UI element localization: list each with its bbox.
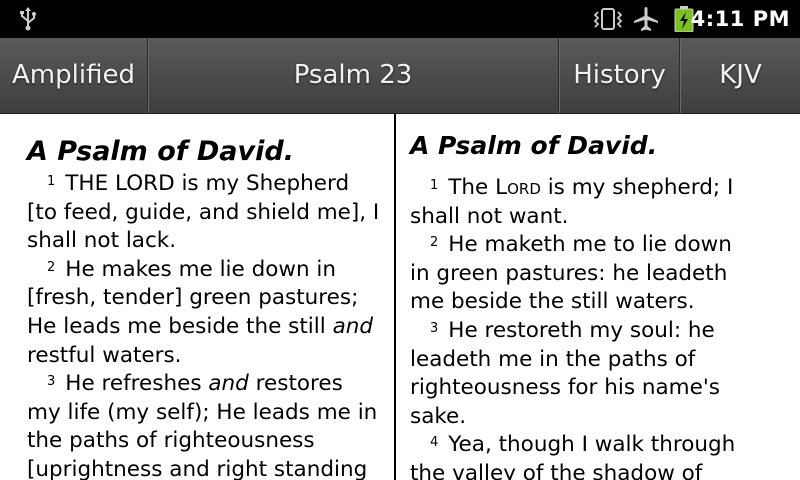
verse-text: THE LORD is my Shepherd [to feed, guide,… <box>27 171 380 254</box>
history-button[interactable]: History <box>560 38 679 113</box>
status-clock: 4:11 PM <box>690 7 790 31</box>
verse: 2 He makes me lie down in [fresh, tender]… <box>27 256 382 370</box>
verse-text: He maketh me to lie down in green pastur… <box>410 232 732 315</box>
verse: 3 He restoreth my soul: he leadeth me in … <box>410 317 755 431</box>
action-bar: Amplified Psalm 23 History KJV <box>0 38 800 114</box>
verse-number: 4 <box>430 435 439 451</box>
status-bar: 4:11 PM <box>0 0 800 38</box>
verse: 4 Yea, though I walk through the valley o… <box>410 431 755 480</box>
verse-number: 3 <box>47 374 56 390</box>
verse: 2 He maketh me to lie down in green pastu… <box>410 231 755 317</box>
left-text-pane[interactable]: A Psalm of David. 1 THE LORD is my Shephe… <box>0 114 394 480</box>
action-bar-separator <box>679 38 680 113</box>
left-passage: A Psalm of David. 1 THE LORD is my Shephe… <box>27 134 382 480</box>
verse-number: 1 <box>47 174 56 189</box>
action-bar-separator <box>147 38 148 113</box>
right-passage: A Psalm of David. 1 The Lord is my shephe… <box>410 128 755 480</box>
verse-number: 3 <box>430 320 439 336</box>
verse-text: He refreshes <box>65 371 209 397</box>
airplane-icon <box>634 7 658 31</box>
verse: 1 THE LORD is my Shepherd [to feed, guide… <box>27 170 382 256</box>
verse-italic: and <box>332 313 374 339</box>
verse: 3 He refreshes and restores my life (my s… <box>27 370 382 480</box>
left-translation-button[interactable]: Amplified <box>0 38 147 113</box>
vibrate-icon <box>593 8 623 30</box>
verse-number: 2 <box>47 259 56 275</box>
verse-text: He makes me lie down in [fresh, tender] … <box>27 256 359 339</box>
right-translation-button[interactable]: KJV <box>681 38 800 113</box>
action-bar-separator <box>558 38 559 113</box>
right-psalm-heading: A Psalm of David. <box>410 131 658 160</box>
passage-title-button[interactable]: Psalm 23 <box>149 38 557 113</box>
verse-italic: and <box>208 371 249 397</box>
verse-text: Yea, though I walk through the valley of… <box>410 432 736 480</box>
verse-text: restful waters. <box>27 342 182 368</box>
verse-text: He restoreth my soul: he leadeth me in t… <box>410 317 720 429</box>
verse-number: 2 <box>430 235 439 251</box>
usb-icon <box>20 7 36 31</box>
verse-number: 1 <box>430 178 439 193</box>
verse: 1 The Lord is my shepherd; I shall not wa… <box>410 174 755 231</box>
right-text-pane[interactable]: A Psalm of David. 1 The Lord is my shephe… <box>396 114 800 480</box>
verse-text: The <box>448 175 496 200</box>
left-psalm-heading: A Psalm of David. <box>27 136 294 167</box>
verse-smallcaps: Lord <box>495 175 541 200</box>
